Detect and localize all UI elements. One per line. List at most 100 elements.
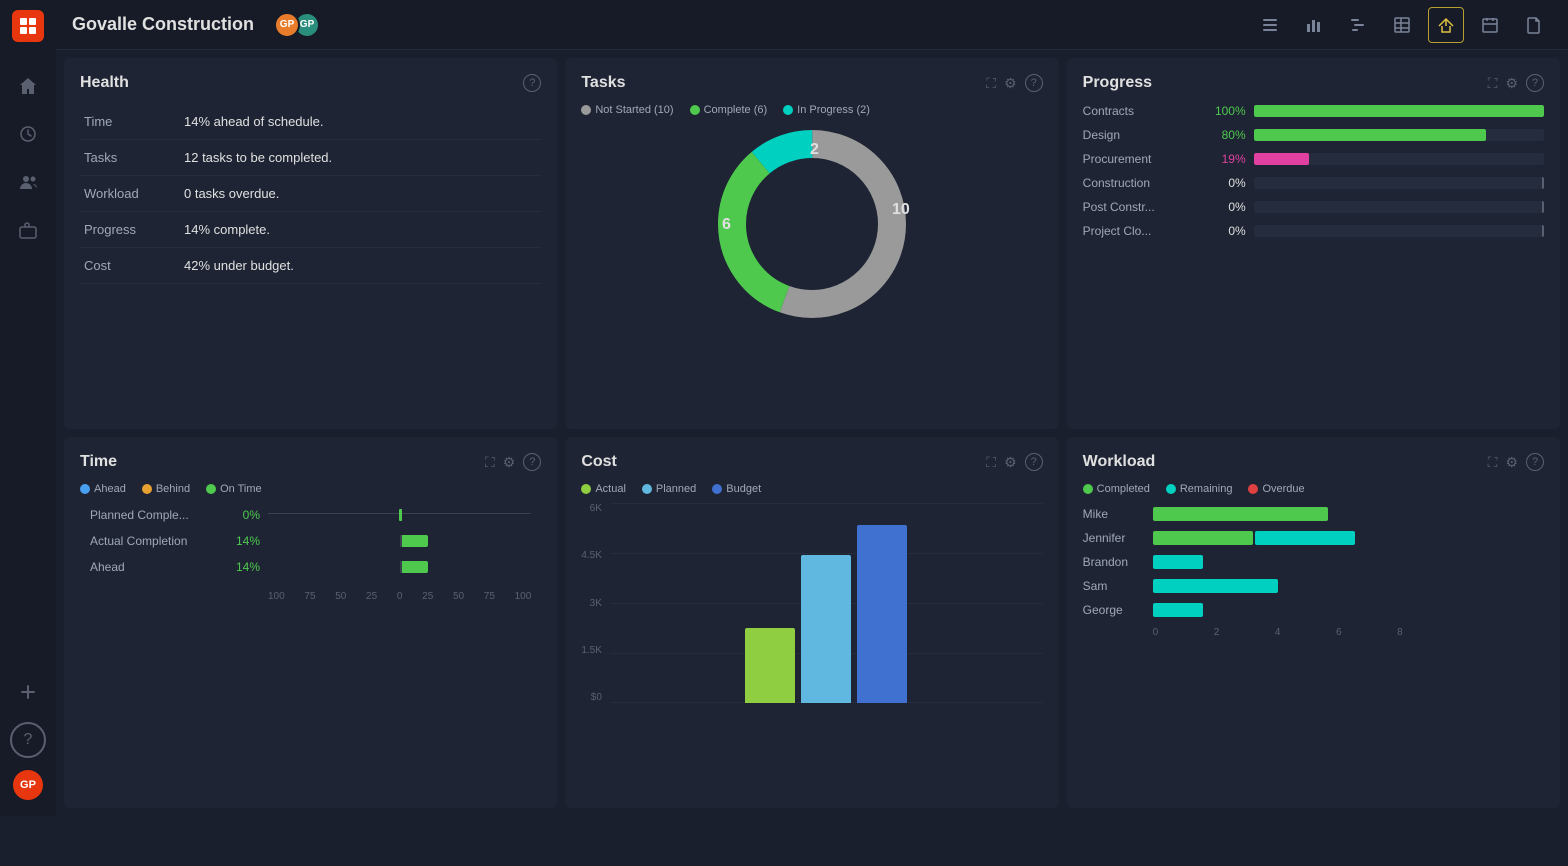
workload-title: Workload	[1083, 453, 1156, 471]
progress-row-contracts: Contracts 100%	[1083, 104, 1544, 118]
progress-pct-design: 80%	[1201, 128, 1246, 142]
cost-expand-icon[interactable]: ⛶	[986, 454, 996, 471]
tasks-expand-icon[interactable]: ⛶	[986, 75, 996, 92]
gantt-view-icon[interactable]	[1340, 7, 1376, 43]
progress-label-post-construction: Post Constr...	[1083, 200, 1193, 214]
workload-axis-6: 6	[1336, 627, 1342, 638]
cost-bar-group	[745, 525, 907, 703]
time-axis-25-left: 25	[366, 591, 377, 602]
donut-chart: 6 10 2	[581, 124, 1042, 324]
progress-bar-project-close	[1254, 225, 1544, 237]
legend-remaining: Remaining	[1166, 483, 1233, 495]
workload-axis-0: 0	[1153, 627, 1159, 638]
tasks-panel-icons: ⛶ ⚙ ?	[986, 74, 1042, 92]
complete-label: Complete (6)	[704, 104, 768, 116]
tasks-help-icon[interactable]: ?	[1025, 74, 1043, 92]
sidebar-help-button[interactable]: ?	[10, 722, 46, 758]
time-bar-ahead-fill	[400, 561, 428, 573]
cost-title: Cost	[581, 453, 617, 471]
health-label-workload: Workload	[80, 176, 180, 212]
time-axis-75-right: 75	[484, 591, 495, 602]
cost-chart-container: 6K 4.5K 3K 1.5K $0	[581, 503, 1042, 723]
progress-fill-contracts	[1254, 105, 1544, 117]
progress-label-procurement: Procurement	[1083, 152, 1193, 166]
health-title: Health	[80, 74, 129, 92]
sidebar-item-history[interactable]	[10, 116, 46, 152]
document-view-icon[interactable]	[1516, 7, 1552, 43]
completed-label: Completed	[1097, 483, 1150, 495]
actual-label: Actual	[595, 483, 626, 495]
complete-dot	[690, 105, 700, 115]
completed-dot	[1083, 484, 1093, 494]
time-bar-planned-fill	[399, 509, 402, 521]
app-logo[interactable]	[12, 10, 44, 42]
cost-settings-icon[interactable]: ⚙	[1004, 454, 1017, 471]
sidebar-item-home[interactable]	[10, 68, 46, 104]
workload-bar-brandon-remaining	[1153, 555, 1203, 569]
donut-label-not-started: 10	[892, 201, 910, 218]
bar-chart-view-icon[interactable]	[1296, 7, 1332, 43]
health-value-time: 14% ahead of schedule.	[180, 104, 541, 140]
time-bar-actual-fill	[400, 535, 428, 547]
sidebar-user-avatar[interactable]: GP	[13, 770, 43, 800]
table-view-icon[interactable]	[1384, 7, 1420, 43]
cost-y-axis: 6K 4.5K 3K 1.5K $0	[581, 503, 610, 723]
progress-pct-post-construction: 0%	[1201, 200, 1246, 214]
time-axis-75-left: 75	[304, 591, 315, 602]
workload-settings-icon[interactable]: ⚙	[1505, 454, 1518, 471]
workload-help-icon[interactable]: ?	[1526, 453, 1544, 471]
time-help-icon[interactable]: ?	[523, 453, 541, 471]
health-value-tasks: 12 tasks to be completed.	[180, 140, 541, 176]
time-pct-actual: 14%	[220, 534, 260, 548]
progress-expand-icon[interactable]: ⛶	[1488, 75, 1498, 92]
progress-pct-project-close: 0%	[1201, 224, 1246, 238]
cost-help-icon[interactable]: ?	[1025, 453, 1043, 471]
health-help-icon[interactable]: ?	[523, 74, 541, 92]
progress-marker-post-construction	[1542, 201, 1544, 213]
sidebar-add-button[interactable]	[10, 674, 46, 710]
actual-dot	[581, 484, 591, 494]
workload-bar-jennifer-remaining	[1255, 531, 1355, 545]
progress-marker-construction	[1542, 177, 1544, 189]
cost-y-0: $0	[591, 692, 602, 703]
health-panel-icons: ?	[523, 74, 541, 92]
time-expand-icon[interactable]: ⛶	[485, 454, 495, 471]
cost-panel-header: Cost ⛶ ⚙ ?	[581, 453, 1042, 471]
ahead-label: Ahead	[94, 483, 126, 495]
cost-bar-budget	[857, 525, 907, 703]
list-view-icon[interactable]	[1252, 7, 1288, 43]
time-ahead-zero	[400, 561, 402, 573]
sidebar-item-people[interactable]	[10, 164, 46, 200]
sidebar-item-briefcase[interactable]	[10, 212, 46, 248]
progress-help-icon[interactable]: ?	[1526, 74, 1544, 92]
main-grid: Health ? Time 14% ahead of schedule. Tas…	[56, 50, 1568, 816]
progress-rows: Contracts 100% Design 80% Procurement 19…	[1083, 104, 1544, 238]
legend-ahead: Ahead	[80, 483, 126, 495]
workload-row-mike: Mike	[1083, 507, 1544, 521]
time-pct-planned: 0%	[220, 508, 260, 522]
time-axis-0: 0	[397, 591, 403, 602]
time-row-planned: Planned Comple... 0%	[90, 507, 531, 523]
cost-bar-actual	[745, 628, 795, 703]
calendar-view-icon[interactable]	[1472, 7, 1508, 43]
workload-x-axis: 0 2 4 6 8	[1153, 627, 1403, 638]
legend-on-time: On Time	[206, 483, 262, 495]
progress-bar-post-construction	[1254, 201, 1544, 213]
time-settings-icon[interactable]: ⚙	[503, 454, 516, 471]
cost-bars-area	[610, 503, 1043, 723]
health-table: Time 14% ahead of schedule. Tasks 12 tas…	[80, 104, 541, 284]
time-label-actual: Actual Completion	[90, 534, 220, 548]
progress-bar-procurement	[1254, 153, 1544, 165]
progress-bar-construction	[1254, 177, 1544, 189]
dashboard-view-icon[interactable]	[1428, 7, 1464, 43]
workload-bar-george-remaining	[1153, 603, 1203, 617]
health-row-workload: Workload 0 tasks overdue.	[80, 176, 541, 212]
workload-row-brandon: Brandon	[1083, 555, 1544, 569]
progress-settings-icon[interactable]: ⚙	[1505, 75, 1518, 92]
tasks-settings-icon[interactable]: ⚙	[1004, 75, 1017, 92]
health-row-time: Time 14% ahead of schedule.	[80, 104, 541, 140]
cost-panel-icons: ⛶ ⚙ ?	[986, 453, 1042, 471]
progress-row-construction: Construction 0%	[1083, 176, 1544, 190]
workload-expand-icon[interactable]: ⛶	[1488, 454, 1498, 471]
in-progress-label: In Progress (2)	[797, 104, 870, 116]
